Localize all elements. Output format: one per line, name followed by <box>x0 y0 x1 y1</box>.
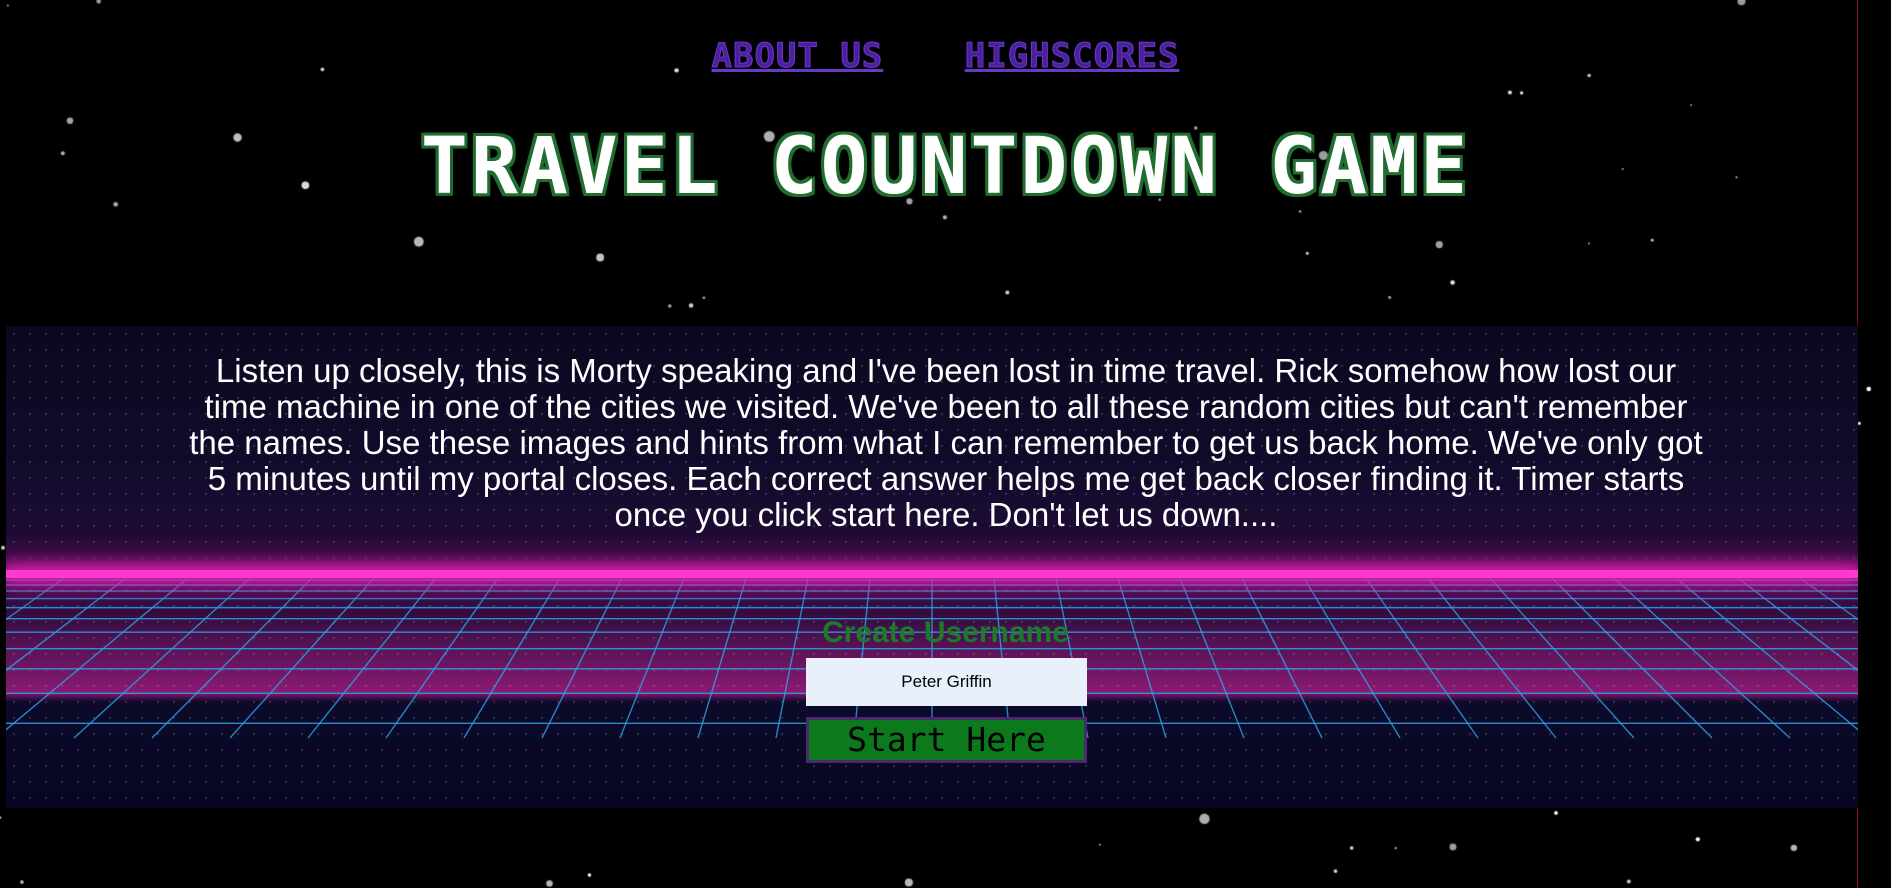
grid-line <box>1675 577 1858 731</box>
intro-story-text: Listen up closely, this is Morty speakin… <box>189 352 1703 533</box>
grid-line <box>1551 577 1713 739</box>
grid-line <box>6 577 189 731</box>
grid-line <box>1117 577 1167 739</box>
grid-line <box>1241 577 1323 739</box>
grid-line <box>1489 577 1635 739</box>
grid-line <box>6 577 65 621</box>
grid-line <box>1179 577 1245 739</box>
grid-line <box>1365 577 1479 739</box>
grid-line <box>619 577 685 739</box>
grid-line <box>229 577 375 739</box>
grid-line <box>73 577 251 739</box>
username-input[interactable] <box>806 658 1087 706</box>
grid-line <box>697 577 747 739</box>
game-title: TRAVEL COUNTDOWN GAME <box>420 122 1471 212</box>
grid-line <box>775 577 809 739</box>
grid-line <box>1303 577 1401 739</box>
grid-line <box>541 577 623 739</box>
grid-line <box>385 577 499 739</box>
top-nav: ABOUT US HIGHSCORES <box>0 36 1891 77</box>
nav-about-us-link[interactable]: ABOUT US <box>711 36 884 77</box>
grid-line <box>1799 577 1858 621</box>
horizon-glow <box>6 570 1858 578</box>
grid-line <box>463 577 561 739</box>
grid-line <box>151 577 313 739</box>
start-here-button[interactable]: Start Here <box>806 717 1087 763</box>
nav-highscores-link[interactable]: HIGHSCORES <box>964 36 1180 77</box>
grid-line <box>1427 577 1557 739</box>
grid-line <box>1613 577 1791 739</box>
create-username-label: Create Username <box>822 616 1069 649</box>
grid-line <box>307 577 437 739</box>
